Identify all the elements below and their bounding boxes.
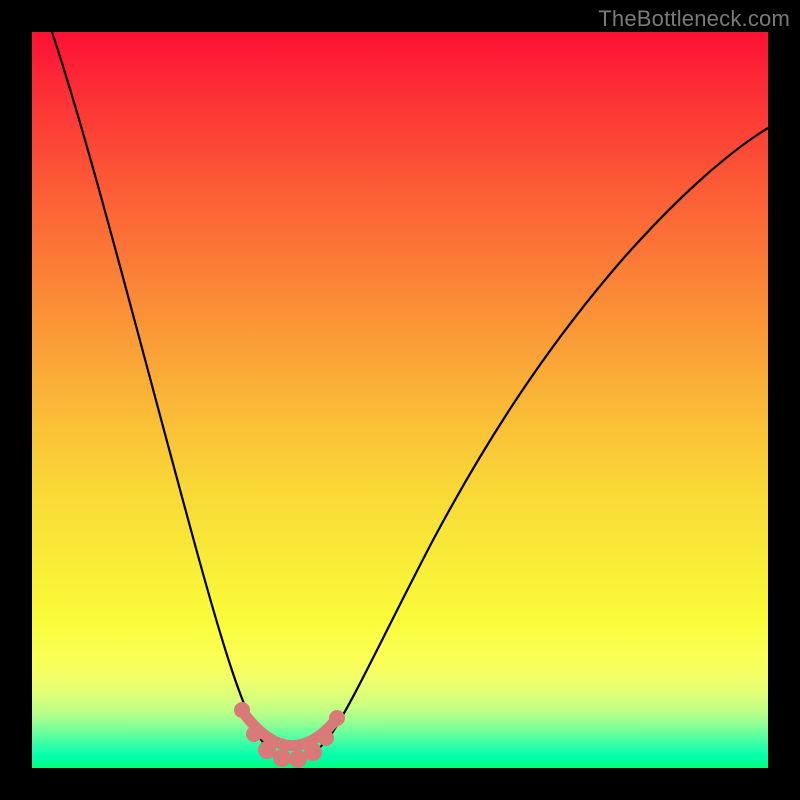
chart-frame: TheBottleneck.com — [0, 0, 800, 800]
trough-arc — [246, 716, 334, 746]
marker-dot — [273, 749, 291, 767]
bottleneck-curve — [52, 32, 768, 761]
plot-area — [32, 32, 768, 768]
bottleneck-curve-svg — [32, 32, 768, 768]
watermark-text: TheBottleneck.com — [598, 6, 790, 32]
